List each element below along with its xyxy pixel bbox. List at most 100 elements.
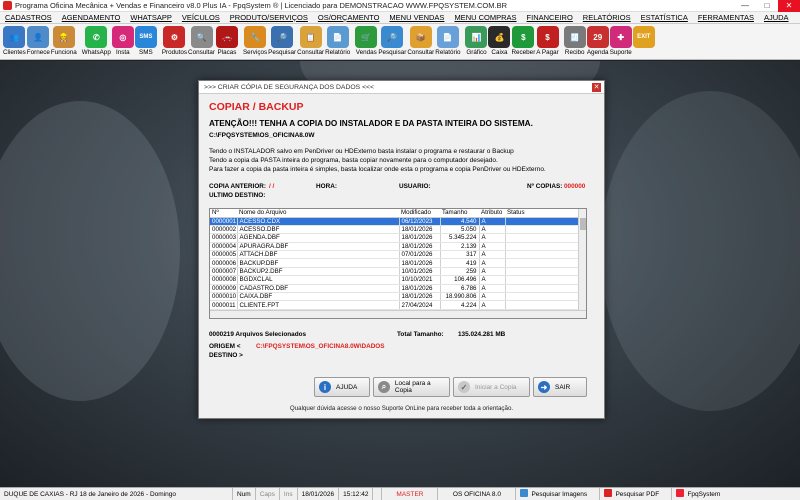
toolbar-label: Caixa bbox=[491, 49, 508, 56]
info-line-1: Tendo o INSTALADOR salvo em PenDriver ou… bbox=[209, 148, 514, 155]
dialog-close-button[interactable]: ✕ bbox=[592, 82, 601, 92]
clients-icon: 👥 bbox=[3, 26, 26, 48]
table-cell: A bbox=[479, 267, 506, 277]
toolbar-button-pesquisar-10[interactable]: 🔎 Pesquisar bbox=[268, 24, 296, 60]
menu-produto-servicos[interactable]: PRODUTO/SERVIÇOS bbox=[225, 13, 313, 22]
toolbar-button-exit-24[interactable]: EXIT bbox=[632, 24, 655, 60]
toolbar-button-gr-fico-17[interactable]: 📊 Gráfico bbox=[465, 24, 488, 60]
toolbar-button-relat-rio-12[interactable]: 📄 Relatório bbox=[325, 24, 350, 60]
menu-cadastros[interactable]: CADASTROS bbox=[0, 13, 57, 22]
toolbar-button-relat-rio-16[interactable]: 📄 Relatório bbox=[435, 24, 460, 60]
col-attribute[interactable]: Atributo bbox=[479, 209, 505, 218]
toolbar-button-sms-5[interactable]: SMS SMS bbox=[134, 24, 157, 60]
help-button[interactable]: i AJUDA bbox=[314, 377, 370, 397]
start-copy-label: Iniciar a Copia bbox=[475, 383, 517, 391]
table-row[interactable]: 0000003 AGENDA.DBF 18/01/2026 5.345.224 A bbox=[210, 233, 581, 243]
toolbar-button-vendas-13[interactable]: 🛒 Vendas bbox=[355, 24, 378, 60]
col-size[interactable]: Tamanho bbox=[440, 209, 479, 218]
start-copy-button[interactable]: ✓ Iniciar a Copia bbox=[453, 377, 530, 397]
table-cell: A bbox=[479, 242, 506, 252]
menu-vendas[interactable]: MENU VENDAS bbox=[384, 13, 449, 22]
toolbar-button-a-pagar-20[interactable]: $ A Pagar bbox=[536, 24, 559, 60]
toolbar-button-insta-4[interactable]: ◎ Insta bbox=[111, 24, 134, 60]
table-row[interactable]: 0000005 ATTACH.DBF 07/01/2026 317 A bbox=[210, 250, 581, 260]
toolbar-label: Serviços bbox=[242, 49, 268, 56]
table-row[interactable]: 0000007 BACKUP2.DBF 10/01/2026 259 A bbox=[210, 267, 581, 277]
toolbar-button-consultar-15[interactable]: 📦 Consultar bbox=[407, 24, 434, 60]
menu-estatistica[interactable]: ESTATÍSTICA bbox=[636, 13, 693, 22]
vertical-scrollbar[interactable] bbox=[578, 209, 586, 318]
search-images-button[interactable]: Pesquisar Imagens bbox=[516, 487, 601, 500]
search-folder-icon: ⌕ bbox=[378, 381, 390, 393]
table-row[interactable]: 0000002 ACESSO.DBF 18/01/2026 5.050 A bbox=[210, 225, 581, 235]
menu-ajuda[interactable]: AJUDA bbox=[759, 13, 794, 22]
toolbar-label: Relatório bbox=[435, 49, 461, 56]
table-cell: 07/01/2026 bbox=[399, 250, 441, 260]
toolbar-button-whatsapp-3[interactable]: ✆ WhatsApp bbox=[82, 24, 111, 60]
menu-financeiro[interactable]: FINANCEIRO bbox=[522, 13, 578, 22]
info-icon: i bbox=[319, 381, 331, 393]
table-cell: A bbox=[479, 275, 506, 285]
toolbar-button-servi-os-9[interactable]: 🔧 Serviços bbox=[243, 24, 267, 60]
table-row[interactable]: 0000004 APURAGRA.DBF 18/01/2026 2.139 A bbox=[210, 242, 581, 252]
col-status[interactable]: Status bbox=[505, 209, 580, 218]
table-row[interactable]: 0000010 CAIXA.DBF 18/01/2026 18.990.806 A bbox=[210, 292, 581, 302]
image-icon bbox=[520, 488, 529, 497]
info-line-2: Tendo a copia da PASTA inteira do progra… bbox=[209, 157, 498, 164]
toolbar-button-funciona-2[interactable]: 👷 Funciona bbox=[51, 24, 77, 60]
table-row[interactable]: 0000006 BACKUP.DBF 18/01/2026 419 A bbox=[210, 258, 581, 268]
menu-compras[interactable]: MENU COMPRAS bbox=[449, 13, 521, 22]
menu-agendamento[interactable]: AGENDAMENTO bbox=[57, 13, 126, 22]
toolbar-button-fornece-1[interactable]: 👤 Fornece bbox=[27, 24, 50, 60]
table-row[interactable]: 0000011 CLIENTE.FPT 27/04/2024 4.224 A bbox=[210, 300, 581, 310]
search-pdf-button[interactable]: Pesquisar PDF bbox=[600, 487, 673, 500]
table-row[interactable]: 0000001 ACESSO.CDX 06/12/2023 4.540 A bbox=[210, 217, 581, 226]
toolbar-button-receber-19[interactable]: $ Receber bbox=[511, 24, 535, 60]
select-destination-button[interactable]: ⌕ Local para a Copia bbox=[373, 377, 450, 397]
col-modified[interactable]: Modificado bbox=[399, 209, 440, 218]
toolbar-button-consultar-11[interactable]: 📋 Consultar bbox=[297, 24, 324, 60]
table-cell: 0000002 bbox=[210, 225, 238, 235]
table-cell: 5.345.224 bbox=[440, 233, 480, 243]
app-icon bbox=[3, 1, 12, 10]
table-cell: 259 bbox=[440, 267, 480, 277]
col-number[interactable]: Nº bbox=[210, 209, 237, 218]
toolbar-button-recibo-21[interactable]: 🧾 Recibo bbox=[563, 24, 586, 60]
menu-ferramentas[interactable]: FERRAMENTAS bbox=[693, 13, 759, 22]
maximize-button[interactable]: □ bbox=[756, 0, 778, 12]
consult-os-icon: 📋 bbox=[299, 26, 322, 48]
toolbar-button-pesquisar-14[interactable]: 🔎 Pesquisar bbox=[378, 24, 406, 60]
employee-icon: 👷 bbox=[52, 26, 75, 48]
toolbar-button-caixa-18[interactable]: 💰 Caixa bbox=[488, 24, 511, 60]
toolbar-button-consultar-7[interactable]: 🔍 Consultar bbox=[188, 24, 215, 60]
status-user: MASTER bbox=[382, 487, 439, 500]
menu-whatsapp[interactable]: WHATSAPP bbox=[125, 13, 177, 22]
menu-os-orcamento[interactable]: OS/ORÇAMENTO bbox=[313, 13, 385, 22]
toolbar-button-produtos-6[interactable]: ⚙ Produtos bbox=[162, 24, 187, 60]
horizontal-scrollbar[interactable] bbox=[210, 310, 586, 318]
total-size-label: Total Tamanho: bbox=[397, 331, 444, 338]
col-filename[interactable]: Nome do Arquivo bbox=[237, 209, 399, 218]
menu-relatorios[interactable]: RELATÓRIOS bbox=[578, 13, 636, 22]
table-cell: CAIXA.DBF bbox=[237, 292, 400, 302]
toolbar-button-clientes-0[interactable]: 👥 Clientes bbox=[3, 24, 26, 60]
files-table[interactable]: Nº Nome do Arquivo Modificado Tamanho At… bbox=[209, 208, 587, 319]
exit-button[interactable]: ➜ SAIR bbox=[533, 377, 587, 397]
table-row[interactable]: 0000008 BGDXCLAL 10/10/2021 106.496 A bbox=[210, 275, 581, 285]
minimize-button[interactable]: — bbox=[734, 0, 756, 12]
menu-veiculos[interactable]: VEÍCULOS bbox=[177, 13, 225, 22]
table-cell: APURAGRA.DBF bbox=[237, 242, 400, 252]
table-cell: 18/01/2026 bbox=[399, 242, 441, 252]
status-bar: DUQUE DE CAXIAS - RJ 18 de Janeiro de 20… bbox=[0, 487, 800, 500]
services-icon: 🔧 bbox=[244, 26, 267, 48]
usuario-label: USUARIO: bbox=[399, 183, 431, 190]
toolbar-button-suporte-23[interactable]: ✚ Suporte bbox=[610, 24, 632, 60]
toolbar-button-placas-8[interactable]: 🚗 Placas bbox=[215, 24, 238, 60]
toolbar-label: WhatsApp bbox=[81, 49, 111, 56]
table-cell: BACKUP.DBF bbox=[237, 258, 400, 268]
close-window-button[interactable]: ✕ bbox=[778, 0, 800, 12]
toolbar-button-agenda-22[interactable]: 29 Agenda bbox=[586, 24, 609, 60]
table-row[interactable]: 0000009 CADASTRO.DBF 18/01/2026 6.786 A bbox=[210, 284, 581, 294]
destino-label: DESTINO > bbox=[209, 352, 243, 359]
support-icon: ✚ bbox=[609, 26, 632, 48]
